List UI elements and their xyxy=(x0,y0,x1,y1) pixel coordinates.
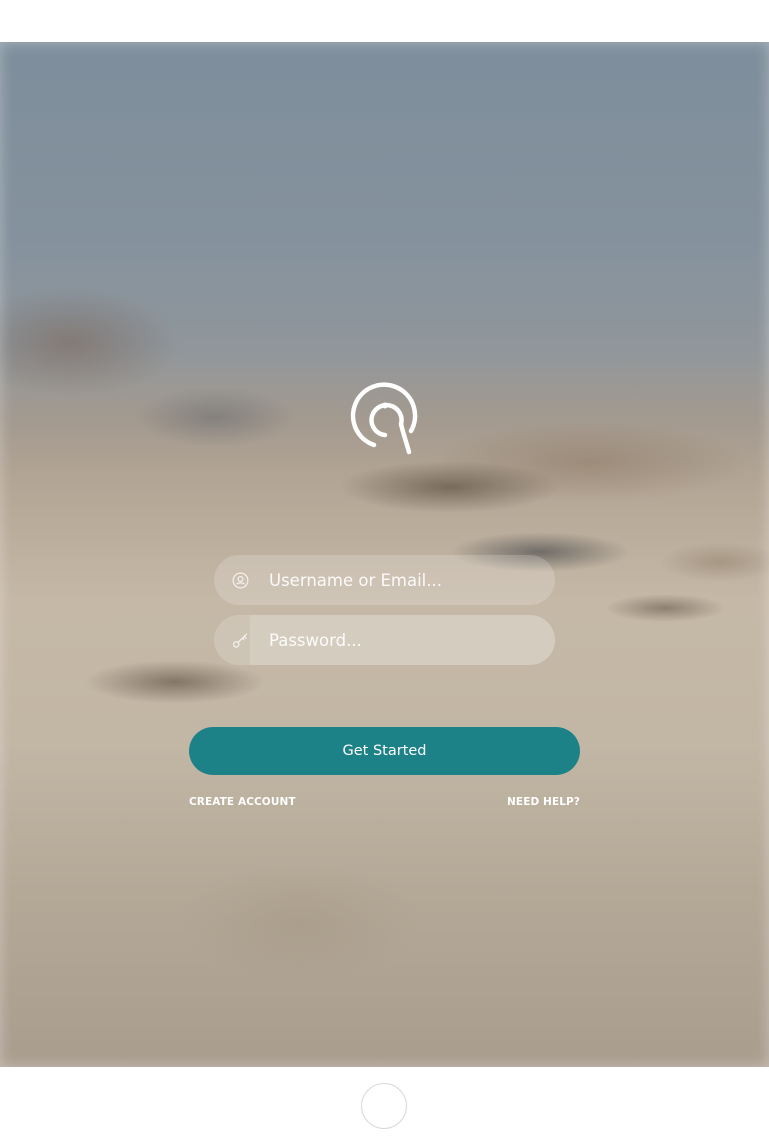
username-field xyxy=(214,555,555,605)
get-started-button[interactable]: Get Started xyxy=(189,727,580,775)
create-account-link[interactable]: CREATE ACCOUNT xyxy=(189,794,296,810)
bird-logo-icon xyxy=(350,382,418,455)
need-help-link[interactable]: NEED HELP? xyxy=(507,794,580,810)
user-circle-icon xyxy=(232,572,249,589)
username-icon-box xyxy=(214,555,250,605)
username-input-area xyxy=(250,555,555,605)
home-button[interactable] xyxy=(361,1083,407,1129)
password-input[interactable] xyxy=(269,615,539,665)
username-input[interactable] xyxy=(269,555,539,605)
device-frame: Get Started CREATE ACCOUNT NEED HELP? xyxy=(0,0,769,1147)
password-input-area xyxy=(250,615,555,665)
key-icon xyxy=(232,633,248,648)
password-icon-box xyxy=(214,615,250,665)
password-field xyxy=(214,615,555,665)
app-screen: Get Started CREATE ACCOUNT NEED HELP? xyxy=(0,42,769,1067)
